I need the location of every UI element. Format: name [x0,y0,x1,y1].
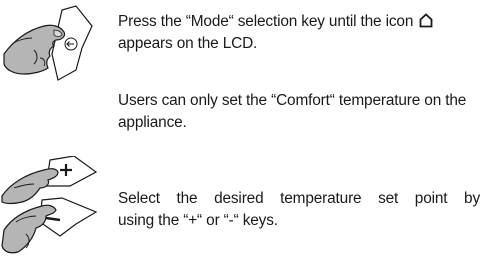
comfort-note: Users can only set the “Comfort“ tempera… [118,90,480,134]
mode-instruction: Press the “Mode“ selection key until the… [118,11,480,55]
hand-pressing-plus-minus-keys-icon [0,155,118,256]
setpoint-instruction-line1: Select the desired temperature set point… [118,190,480,207]
home-icon [419,13,433,28]
mode-instruction-text: Press the “Mode“ selection key until the… [118,13,414,30]
setpoint-instruction: Select the desired temperature set point… [118,188,480,232]
hand-pressing-mode-key-icon [2,4,114,86]
comfort-note-text: Users can only set the “Comfort“ tempera… [118,92,467,131]
mode-instruction-text-end: appears on the LCD. [118,35,258,52]
setpoint-instruction-line2: using the “+“ or “-“ keys. [118,212,278,229]
